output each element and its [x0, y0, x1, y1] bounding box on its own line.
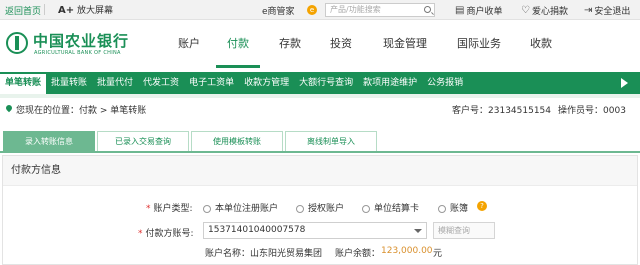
heart-icon: ♡ — [521, 5, 530, 16]
fuzzy-query-placeholder: 模糊查询 — [438, 226, 470, 235]
payer-account-value: 15371401040007578 — [208, 225, 306, 235]
bank-name-en: AGRICULTURAL BANK OF CHINA — [34, 50, 121, 56]
chevron-down-icon — [414, 229, 422, 233]
shop-icon: ▤ — [455, 5, 465, 16]
radio-settlement-card[interactable]: 单位结算卡 — [362, 201, 419, 214]
balance-label: 账户余额： — [335, 249, 381, 259]
operator-number-value: 0003 — [603, 106, 626, 116]
radio-label: 单位结算卡 — [374, 204, 420, 214]
customer-number-value: 23134515154 — [488, 106, 552, 116]
radio-circle[interactable] — [203, 204, 211, 213]
radio-registered-account[interactable]: 本单位注册账户 — [203, 201, 278, 214]
payer-account-select[interactable]: 15371401040007578 — [203, 222, 427, 239]
payer-account-label-wrap: * 付款方账号: — [138, 226, 194, 239]
operator-number-label: 操作员号： — [558, 106, 604, 116]
operator-number: 操作员号：0003 — [558, 103, 626, 116]
help-icon[interactable]: ? — [477, 201, 487, 211]
balance-value: 123,000.00 — [381, 246, 433, 256]
required-mark: * — [146, 204, 151, 214]
top-utility-bar: 返回首页 A+ 放大屏幕 e商管家 e 产品/功能搜索 ▤ 商户收单 ♡ 爱心捐… — [0, 0, 640, 20]
ehome-badge-icon: e — [307, 5, 317, 15]
donation-link[interactable]: ♡ 爱心捐款 — [521, 4, 568, 17]
radio-circle[interactable] — [362, 204, 370, 213]
account-type-label-wrap: * 账户类型: — [146, 201, 193, 214]
subnav-bank-code-query[interactable]: 大额行号查询 — [294, 72, 358, 94]
logout-icon: ⇥ — [584, 5, 593, 16]
enlarge-screen-button[interactable]: A+ 放大屏幕 — [58, 3, 113, 16]
search-placeholder: 产品/功能搜索 — [330, 5, 381, 14]
bank-name-cn: 中国农业银行 — [33, 32, 130, 50]
payer-account-row: * 付款方账号: 15371401040007578 模糊查询 — [3, 222, 639, 240]
sub-nav: 单笔转账 批量转账 批量代付 代发工资 电子工资单 收款方管理 大额行号查询 款… — [0, 72, 640, 94]
search-input[interactable]: 产品/功能搜索 — [325, 3, 435, 17]
subnav-batch-payment[interactable]: 批量代付 — [92, 72, 138, 94]
radio-circle[interactable] — [438, 204, 446, 213]
ehome-manager-link[interactable]: e商管家 — [262, 4, 295, 17]
account-name-value: 山东阳光贸易集团 — [250, 249, 323, 259]
bank-logo-icon — [6, 32, 28, 54]
subnav-payee-management[interactable]: 收款方管理 — [239, 72, 294, 94]
transfer-tabs: 录入转账信息 已录入交易查询 使用模板转账 离线制单导入 — [0, 131, 640, 153]
enlarge-screen-label: 放大屏幕 — [77, 6, 114, 16]
radio-label: 账簿 — [450, 204, 469, 214]
main-nav: 账户 付款 存款 投资 现金管理 国际业务 收款 — [166, 20, 568, 72]
tab-entered-query[interactable]: 已录入交易查询 — [97, 131, 189, 151]
topbar-divider — [44, 4, 45, 15]
subnav-e-payslip[interactable]: 电子工资单 — [184, 72, 239, 94]
radio-circle[interactable] — [296, 204, 304, 213]
search-icon[interactable] — [424, 6, 431, 13]
subnav-purpose-maintenance[interactable]: 款项用途维护 — [358, 72, 422, 94]
account-type-row: * 账户类型: 本单位注册账户 授权账户 单位结算卡 账簿 ? — [3, 201, 639, 215]
nav-item-deposit[interactable]: 存款 — [264, 20, 316, 72]
nav-item-cash-management[interactable]: 现金管理 — [366, 20, 444, 72]
subnav-payroll[interactable]: 代发工资 — [138, 72, 184, 94]
subnav-next-arrow-icon[interactable] — [621, 78, 628, 88]
logout-link[interactable]: ⇥ 安全退出 — [584, 4, 630, 17]
donation-label: 爱心捐款 — [531, 7, 568, 17]
radio-ledger[interactable]: 账簿 — [438, 201, 468, 214]
merchant-acquiring-link[interactable]: ▤ 商户收单 — [455, 4, 502, 17]
tab-enter-transfer[interactable]: 录入转账信息 — [3, 131, 95, 151]
breadcrumb: 您现在的位置：付款 > 单笔转账 — [16, 106, 147, 116]
radio-label: 本单位注册账户 — [215, 204, 279, 214]
subnav-expense-reimbursement[interactable]: 公务报销 — [422, 72, 468, 94]
subnav-single-transfer[interactable]: 单笔转账 — [0, 72, 47, 94]
account-info-row: 账户名称： 山东阳光贸易集团 账户余额： 123,000.00 元 — [3, 246, 639, 259]
radio-authorized-account[interactable]: 授权账户 — [296, 201, 344, 214]
location-bar: 您现在的位置：付款 > 单笔转账 客户号：23134515154 操作员号：00… — [0, 98, 640, 120]
font-size-icon: A+ — [58, 5, 75, 16]
customer-number-label: 客户号： — [452, 106, 489, 116]
nav-item-payment[interactable]: 付款 — [212, 20, 264, 72]
nav-item-international[interactable]: 国际业务 — [444, 20, 514, 72]
customer-number: 客户号：23134515154 — [452, 103, 551, 116]
required-mark: * — [138, 229, 143, 239]
tab-offline-import[interactable]: 离线制单导入 — [285, 131, 377, 151]
back-home-link[interactable]: 返回首页 — [5, 4, 41, 17]
location-pin-icon — [4, 103, 14, 113]
tab-template-transfer[interactable]: 使用模板转账 — [191, 131, 283, 151]
header: 中国农业银行 AGRICULTURAL BANK OF CHINA 账户 付款 … — [0, 20, 640, 72]
merchant-acquiring-label: 商户收单 — [466, 7, 503, 17]
fuzzy-query-input[interactable]: 模糊查询 — [433, 222, 495, 239]
nav-item-accounts[interactable]: 账户 — [166, 20, 212, 72]
payer-info-panel: 付款方信息 * 账户类型: 本单位注册账户 授权账户 单位结算卡 账簿 ? * 付款… — [2, 155, 638, 265]
nav-item-collection[interactable]: 收款 — [514, 20, 568, 72]
panel-title: 付款方信息 — [3, 156, 637, 186]
balance-unit: 元 — [433, 249, 443, 259]
account-type-label: 账户类型: — [153, 204, 193, 214]
subnav-batch-transfer[interactable]: 批量转账 — [46, 72, 92, 94]
account-name-label: 账户名称： — [205, 249, 251, 259]
radio-label: 授权账户 — [308, 204, 345, 214]
logout-label: 安全退出 — [594, 7, 631, 17]
nav-item-investment[interactable]: 投资 — [316, 20, 366, 72]
payer-account-label: 付款方账号: — [145, 229, 194, 239]
